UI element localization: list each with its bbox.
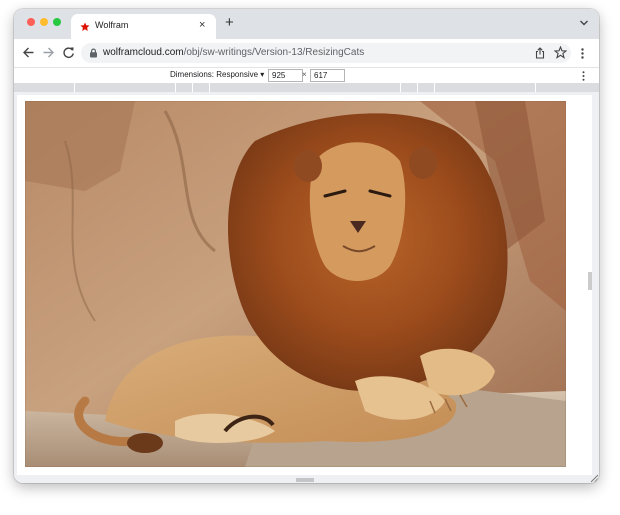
responsive-viewport xyxy=(14,92,599,483)
url-text[interactable]: wolframcloud.com/obj/sw-writings/Version… xyxy=(103,47,364,58)
ruler-segment[interactable] xyxy=(14,83,75,92)
ruler-segment[interactable] xyxy=(193,83,210,92)
device-toolbar: Dimensions: Responsive ▾ 925 × 617 xyxy=(14,67,599,84)
url-path: /obj/sw-writings/Version-13/ResizingCats xyxy=(183,47,365,58)
lock-icon[interactable] xyxy=(89,48,98,58)
ruler-segment[interactable] xyxy=(210,83,401,92)
forward-arrow-icon[interactable] xyxy=(42,46,55,59)
ruler-segment[interactable] xyxy=(176,83,193,92)
browser-toolbar: wolframcloud.com/obj/sw-writings/Version… xyxy=(14,39,599,67)
close-window-button[interactable] xyxy=(27,18,35,26)
url-host: wolframcloud.com xyxy=(103,47,184,58)
zoom-window-button[interactable] xyxy=(53,18,61,26)
wolfram-favicon-icon xyxy=(80,22,90,31)
ruler-segment[interactable] xyxy=(75,83,176,92)
media-query-ruler[interactable] xyxy=(14,83,599,92)
resize-handle-icon[interactable] xyxy=(589,473,599,483)
height-input[interactable]: 617 xyxy=(310,69,345,82)
tab-close-icon[interactable]: × xyxy=(199,19,205,31)
ruler-segment[interactable] xyxy=(435,83,536,92)
chevron-down-icon[interactable] xyxy=(579,19,589,27)
dimensions-dropdown[interactable]: Dimensions: Responsive ▾ xyxy=(170,70,264,79)
star-icon[interactable] xyxy=(554,46,567,59)
resize-handle-bottom[interactable] xyxy=(296,478,314,482)
times-separator: × xyxy=(302,70,307,79)
browser-window: Wolfram × + wolframcloud.com/obj/sw-writ… xyxy=(14,9,599,483)
share-icon[interactable] xyxy=(534,47,546,59)
more-vert-icon[interactable] xyxy=(581,48,584,59)
tab-title: Wolfram xyxy=(95,20,129,30)
ruler-segment[interactable] xyxy=(418,83,435,92)
page-content xyxy=(17,95,592,475)
device-toolbar-more-icon[interactable] xyxy=(582,71,585,81)
address-bar[interactable]: wolframcloud.com/obj/sw-writings/Version… xyxy=(81,43,571,63)
ruler-segment[interactable] xyxy=(401,83,418,92)
width-input[interactable]: 925 xyxy=(268,69,303,82)
new-tab-button[interactable]: + xyxy=(225,15,234,31)
back-arrow-icon[interactable] xyxy=(22,46,35,59)
minimize-window-button[interactable] xyxy=(40,18,48,26)
lion-photo xyxy=(25,101,566,467)
resize-handle-right[interactable] xyxy=(588,272,592,290)
tab-wolfram[interactable]: Wolfram × xyxy=(71,14,216,39)
reload-icon[interactable] xyxy=(62,46,75,59)
tab-strip: Wolfram × + xyxy=(14,9,599,39)
